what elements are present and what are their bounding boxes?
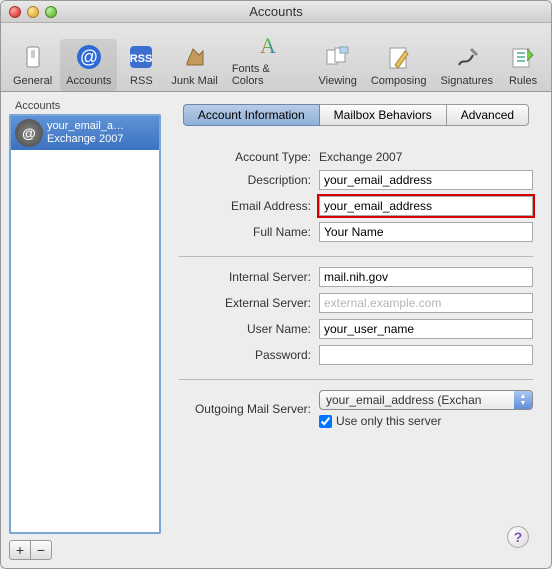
signatures-icon	[451, 41, 483, 73]
password-label: Password:	[179, 348, 319, 362]
internal-server-input[interactable]	[319, 267, 533, 287]
junk-icon	[179, 41, 211, 73]
outgoing-label: Outgoing Mail Server:	[179, 402, 319, 416]
description-input[interactable]	[319, 170, 533, 190]
fullname-input[interactable]	[319, 222, 533, 242]
tab-advanced[interactable]: Advanced	[447, 104, 529, 126]
password-input[interactable]	[319, 345, 533, 365]
svg-text:RSS: RSS	[130, 53, 153, 65]
toolbar-label: Viewing	[319, 75, 357, 87]
composing-icon	[383, 41, 415, 73]
rules-icon	[507, 41, 539, 73]
preferences-toolbar: General @ Accounts RSS RSS Junk Mail A F…	[1, 23, 551, 92]
close-window-button[interactable]	[9, 6, 21, 18]
account-type: Exchange 2007	[47, 133, 124, 146]
toolbar-label: Accounts	[66, 75, 111, 87]
at-icon: @	[73, 41, 105, 73]
font-icon: A	[252, 29, 284, 61]
viewing-icon	[322, 41, 354, 73]
divider	[179, 379, 533, 380]
divider	[179, 256, 533, 257]
toolbar-label: Fonts & Colors	[232, 63, 305, 87]
account-type-value: Exchange 2007	[319, 150, 533, 164]
svg-text:A: A	[260, 33, 276, 58]
add-account-button[interactable]: +	[9, 540, 31, 560]
outgoing-server-value: your_email_address (Exchan	[320, 391, 514, 409]
zoom-window-button[interactable]	[45, 6, 57, 18]
toolbar-label: Junk Mail	[171, 75, 217, 87]
external-server-label: External Server:	[179, 296, 319, 310]
minimize-window-button[interactable]	[27, 6, 39, 18]
at-icon: @	[15, 119, 43, 147]
username-input[interactable]	[319, 319, 533, 339]
account-type-label: Account Type:	[179, 150, 319, 164]
toolbar-label: General	[13, 75, 52, 87]
stepper-arrows-icon: ▲▼	[514, 391, 532, 409]
titlebar: Accounts	[1, 1, 551, 23]
rss-icon: RSS	[125, 41, 157, 73]
help-button[interactable]: ?	[507, 526, 529, 548]
toolbar-fonts[interactable]: A Fonts & Colors	[226, 27, 311, 91]
username-label: User Name:	[179, 322, 319, 336]
window-title: Accounts	[1, 4, 551, 19]
toolbar-composing[interactable]: Composing	[365, 39, 433, 91]
outgoing-server-select[interactable]: your_email_address (Exchan ▲▼	[319, 390, 533, 410]
toolbar-accounts[interactable]: @ Accounts	[60, 39, 117, 91]
internal-server-label: Internal Server:	[179, 270, 319, 284]
toolbar-rules[interactable]: Rules	[501, 39, 545, 91]
toolbar-label: RSS	[130, 75, 153, 87]
toolbar-signatures[interactable]: Signatures	[434, 39, 499, 91]
description-label: Description:	[179, 173, 319, 187]
account-name: your_email_a…	[47, 120, 124, 133]
toolbar-viewing[interactable]: Viewing	[313, 39, 363, 91]
accounts-list[interactable]: @ your_email_a… Exchange 2007	[9, 114, 161, 534]
fullname-label: Full Name:	[179, 225, 319, 239]
tab-account-information[interactable]: Account Information	[183, 104, 320, 126]
toolbar-label: Signatures	[440, 75, 493, 87]
tab-mailbox-behaviors[interactable]: Mailbox Behaviors	[320, 104, 447, 126]
toolbar-junk[interactable]: Junk Mail	[165, 39, 223, 91]
remove-account-button[interactable]: −	[30, 540, 52, 560]
email-label: Email Address:	[179, 199, 319, 213]
email-input[interactable]	[319, 196, 533, 216]
switch-icon	[17, 41, 49, 73]
tab-bar: Account Information Mailbox Behaviors Ad…	[169, 104, 543, 126]
toolbar-general[interactable]: General	[7, 39, 58, 91]
account-row[interactable]: @ your_email_a… Exchange 2007	[11, 116, 159, 150]
svg-text:@: @	[80, 47, 98, 67]
toolbar-label: Composing	[371, 75, 427, 87]
use-only-label: Use only this server	[336, 414, 441, 428]
sidebar-title: Accounts	[9, 100, 161, 114]
use-only-checkbox[interactable]	[319, 415, 332, 428]
external-server-input[interactable]	[319, 293, 533, 313]
toolbar-rss[interactable]: RSS RSS	[119, 39, 163, 91]
toolbar-label: Rules	[509, 75, 537, 87]
